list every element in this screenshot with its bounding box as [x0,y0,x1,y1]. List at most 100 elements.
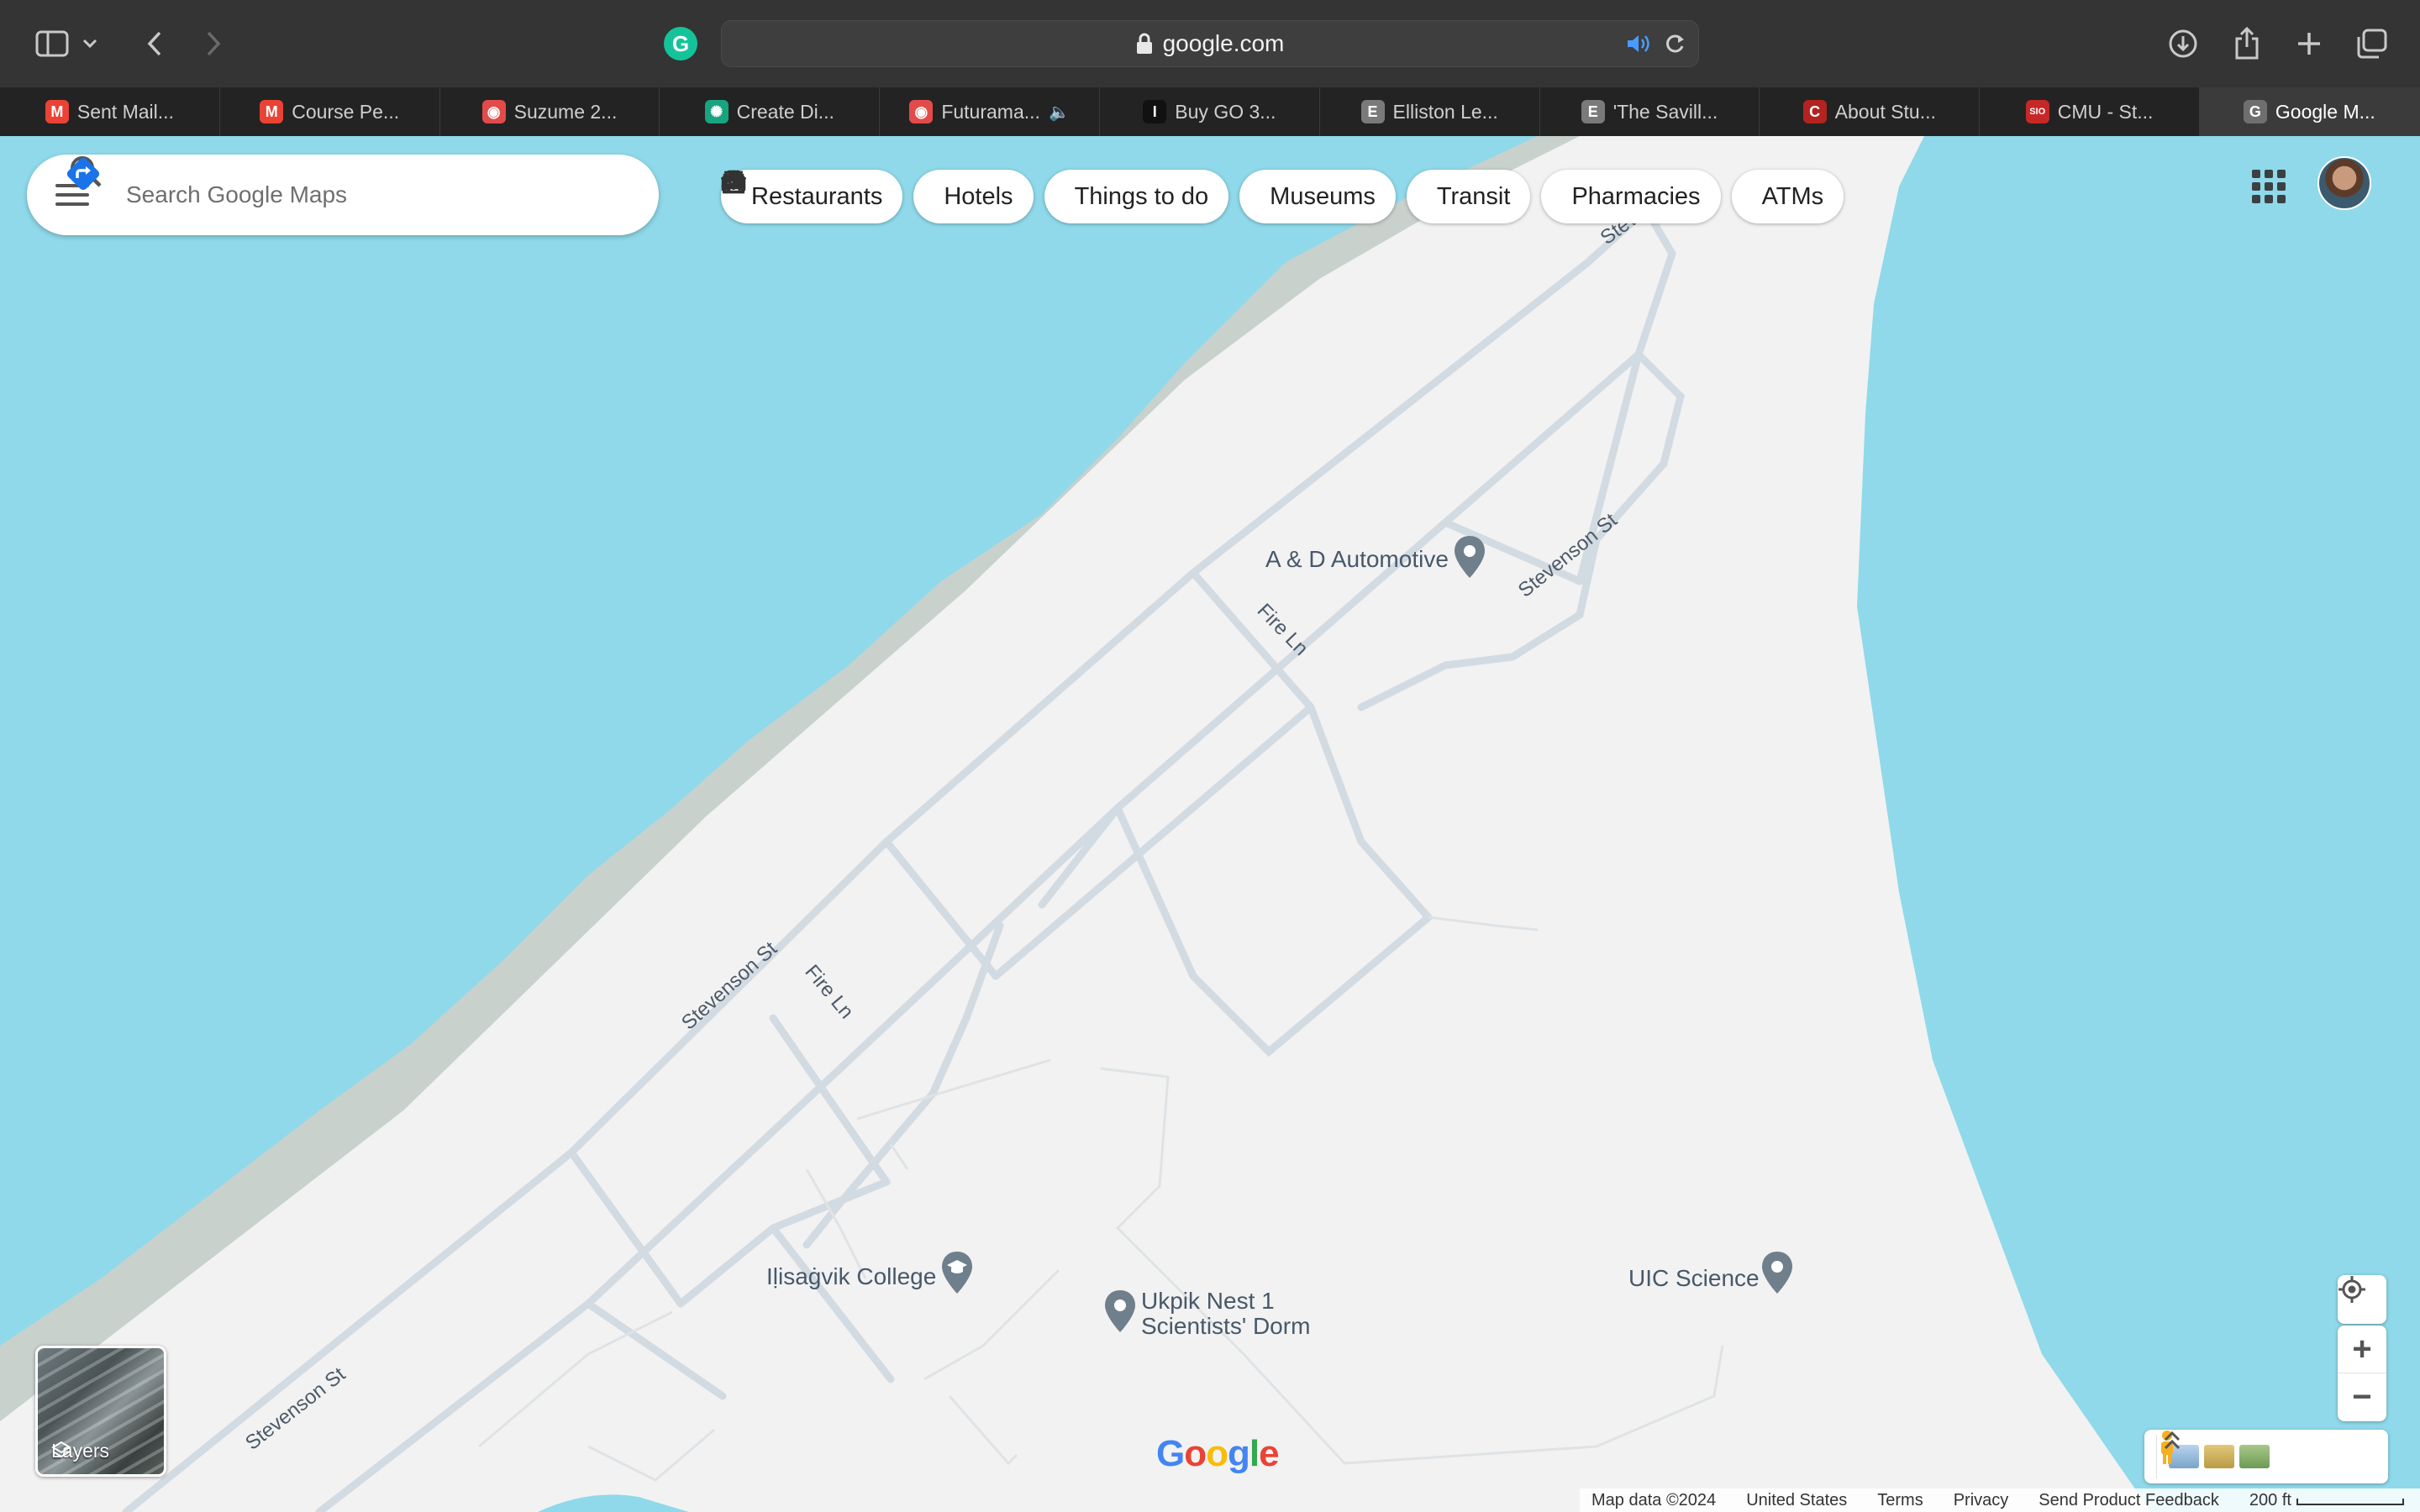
audio-icon[interactable]: 🔈 [1049,102,1070,123]
land-mass [0,136,2151,1512]
chip-atms[interactable]: ATM ATMs [721,170,1844,223]
poi-label-science[interactable]: UIC Science [1628,1265,1760,1292]
tab-10[interactable]: G Google M... [2199,87,2420,136]
sio-icon: SIO [2025,100,2049,123]
red-circle-icon: ◉ [481,100,506,123]
svg-text:ATM: ATM [721,179,740,189]
gmail-icon: M [260,100,284,123]
tab-label: CMU - St... [2057,100,2154,123]
chip-label: Restaurants [751,182,883,210]
tab-label: Create Di... [736,100,834,123]
i-square-icon: I [1143,100,1167,123]
chip-museums[interactable]: Museums [721,170,1396,223]
scale-label: 200 ft [2249,1490,2291,1509]
map-pin-icon[interactable] [1452,534,1487,580]
terms-link[interactable]: Terms [1877,1491,1923,1510]
letter-c-icon: C [1802,100,1827,123]
tab-bar: M Sent Mail... M Course Pe... ◉ Suzume 2... ✺ C… [0,87,2420,136]
tab-3[interactable]: ✺ Create Di... [660,87,881,136]
imagery-thumb[interactable] [2204,1445,2234,1468]
scale-bar [2296,1498,2404,1505]
country-link[interactable]: United States [1746,1491,1847,1510]
search-box [27,155,659,235]
zoom-controls: + − [2338,1326,2386,1421]
reload-icon[interactable] [1663,32,1686,55]
imagery-thumb[interactable] [2239,1445,2270,1468]
my-location-button[interactable] [2338,1275,2386,1324]
tab-8[interactable]: C About Stu... [1760,87,1981,136]
sidebar-toggle-icon[interactable] [30,22,74,66]
chip-label: Transit [1436,182,1511,210]
category-chips: Restaurants Hotels Things to do Museums Tran… [721,170,1844,223]
tab-4[interactable]: ◉ Futurama... 🔈 [880,87,1100,136]
tab-5[interactable]: I Buy GO 3... [1100,87,1320,136]
tab-overview-icon[interactable] [2349,22,2393,66]
tab-1[interactable]: M Course Pe... [220,87,440,136]
tab-label: Course Pe... [292,100,400,123]
download-icon[interactable] [2161,22,2205,66]
scale-indicator[interactable]: 200 ft [2249,1491,2404,1510]
address-bar[interactable]: google.com [721,20,1699,67]
tab-0[interactable]: M Sent Mail... [0,87,220,136]
back-icon[interactable] [133,22,176,66]
url-text: google.com [1162,30,1285,56]
tab-9[interactable]: SIO CMU - St... [1980,87,2200,136]
grammarly-icon[interactable]: G [664,27,697,60]
chevron-down-icon[interactable] [77,22,103,66]
apps-grid-icon[interactable] [2252,170,2286,203]
chip-restaurants[interactable]: Restaurants [721,170,903,223]
street-view-bar [2144,1430,2388,1483]
openai-icon: ✺ [704,100,729,123]
map-pin-icon[interactable] [1102,1289,1138,1334]
chip-label: Things to do [1074,182,1209,210]
search-input[interactable] [126,181,479,208]
tab-label: About Stu... [1834,100,1936,123]
avatar[interactable] [2317,156,2371,210]
tab-7[interactable]: E 'The Savill... [1540,87,1760,136]
chip-things-to-do[interactable]: Things to do [721,170,1229,223]
map-pin-icon[interactable] [1760,1250,1795,1295]
tab-label: 'The Savill... [1612,100,1718,123]
map-canvas[interactable]: Stevenson St Stevenson St Stevenson St S… [0,136,2420,1512]
chip-pharmacies[interactable]: Pharmacies [723,170,1721,223]
poi-label-dorm[interactable]: Ukpik Nest 1 Scientists' Dorm [1141,1289,1310,1339]
tab-label: Elliston Le... [1392,100,1498,123]
new-tab-icon[interactable] [2287,22,2331,66]
speaker-icon[interactable] [1626,33,1651,55]
letter-g-icon: G [2243,100,2267,123]
feedback-link[interactable]: Send Product Feedback [2039,1491,2219,1510]
chip-label: Museums [1270,182,1376,210]
chevron-up-icon[interactable] [2163,1430,2181,1452]
poi-label-automotive[interactable]: A & D Automotive [1265,546,1449,573]
map-data-text: Map data ©2024 [1591,1490,1717,1509]
chip-hotels[interactable]: Hotels [723,170,1034,223]
share-icon[interactable] [2225,22,2269,66]
browser-toolbar: G google.com [0,0,2420,87]
gmail-icon: M [45,100,69,123]
tab-6[interactable]: E Elliston Le... [1320,87,1540,136]
google-logo: Google [1156,1433,1280,1474]
chip-label: ATMs [1761,182,1824,210]
zoom-in-button[interactable]: + [2338,1326,2386,1373]
letter-e-icon: E [1360,100,1385,123]
tab-label: Sent Mail... [76,100,174,123]
red-circle-icon: ◉ [909,100,934,123]
layers-icon [51,1441,71,1458]
chip-label: Hotels [944,182,1013,210]
poi-label-dorm-line1: Ukpik Nest 1 [1141,1288,1275,1314]
my-location-icon [2338,1276,2365,1303]
letter-e-icon: E [1581,100,1605,123]
map-footer: Map data ©2024 United States Terms Priva… [1580,1488,2420,1512]
tab-label: Suzume 2... [513,100,618,123]
layers-button[interactable]: Layers [35,1346,166,1477]
tab-label: Futurama... [941,100,1040,123]
tab-2[interactable]: ◉ Suzume 2... [440,87,660,136]
zoom-out-button[interactable]: − [2338,1373,2386,1421]
poi-label-college[interactable]: Iḷisaġvik College [766,1263,936,1290]
privacy-link[interactable]: Privacy [1954,1491,2009,1510]
forward-icon[interactable] [192,22,235,66]
chip-transit[interactable]: Transit [724,170,1531,223]
school-pin-icon[interactable] [939,1250,975,1295]
directions-icon[interactable] [64,155,103,193]
tab-label: Google M... [2275,100,2375,123]
